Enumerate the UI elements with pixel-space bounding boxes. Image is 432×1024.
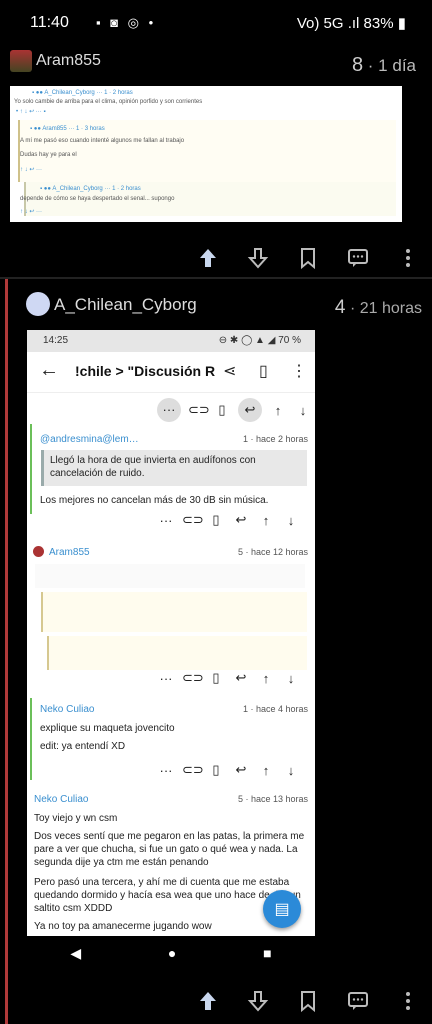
post: Aram855 8 · 1 día ▪ ●● A_Chilean_Cyborg … [0,44,432,276]
more-icon[interactable] [394,244,422,272]
status-right: Vo) 5G .ıl 83% ▮ [296,15,406,32]
bookmark-icon: ▯ [218,402,226,417]
comment: A_Chilean_Cyborg 4 · 21 horas 14:25 ⊖ ✱ … [8,279,432,1024]
phone-title: !chile > "Discusión R [75,363,216,379]
thumb-line-4: depende de cómo se haya despertado el se… [20,196,175,202]
bookmark-icon[interactable] [294,987,322,1015]
post-image[interactable]: ▪ ●● A_Chilean_Cyborg ··· 1 · 2 horas Yo… [10,86,402,222]
list-item: Neko Culiao 1 · hace 4 horas explique su… [27,698,315,788]
status-icons: ▪ ◙ ◎ • [96,15,157,30]
reply-icon[interactable] [344,987,372,1015]
avatar[interactable] [26,292,50,316]
reply-icon: ↩ [238,398,262,422]
more-icon[interactable] [394,987,422,1015]
thumb-line-2: A mí me pasó eso cuando intenté algunos … [20,138,185,144]
bookmark-icon: ▯ [259,363,268,380]
phone-actions: ··· ⊂⊃ ▯ ↩ ↑ ↓ [157,398,312,422]
comment-actions [194,987,422,1015]
list-item: Aram855 5 · hace 12 horas ··· ⊂⊃ ▯ ↩ ↑ ↓ [27,546,315,686]
phone-toolbar: ← !chile > "Discusión R ⋖ ▯ ⋮ [27,352,315,393]
downvote-icon[interactable] [244,244,272,272]
downvote-icon: ↓ [299,402,307,418]
phone-navbar: ◀ ● ■ [27,937,315,969]
thumb-line-1: Yo solo cambie de arriba para el clima, … [14,99,203,105]
comment-score: 4 · 21 horas [334,297,422,318]
status-bar: 11:40 ▪ ◙ ◎ • Vo) 5G .ıl 83% ▮ [0,0,432,44]
home-icon: ● [167,945,177,961]
more-icon: ··· [157,398,181,422]
status-time: 11:40 [30,14,69,31]
reply-icon[interactable] [344,244,372,272]
back-arrow-icon: ← [39,359,59,381]
upvote-icon[interactable] [194,987,222,1015]
comment-username[interactable]: A_Chilean_Cyborg [54,295,197,315]
share-icon: ⋖ [223,363,237,380]
bookmark-icon[interactable] [294,244,322,272]
list-item: @andresmina@lem… 1 · hace 2 horas Llegó … [27,424,315,528]
upvote-icon: ↑ [274,402,282,418]
compose-fab: ▤ [263,890,301,928]
avatar[interactable] [10,50,32,72]
avatar [33,546,44,557]
post-score: 8 · 1 día [351,54,416,76]
link-icon: ⊂⊃ [188,402,210,417]
recents-icon: ■ [263,945,272,961]
more-icon: ⋮ [291,363,307,380]
downvote-icon[interactable] [244,987,272,1015]
upvote-icon[interactable] [194,244,222,272]
post-username[interactable]: Aram855 [36,52,101,70]
post-actions [194,244,422,272]
comment-image[interactable]: 14:25 ⊖ ✱ ◯ ▲ ◢ 70 % ← !chile > "Discusi… [27,330,315,936]
thumb-line-3: Dudas hay ye para el [20,152,77,158]
back-icon: ◀ [70,944,82,961]
phone-status-bar: 14:25 ⊖ ✱ ◯ ▲ ◢ 70 % [27,330,315,352]
